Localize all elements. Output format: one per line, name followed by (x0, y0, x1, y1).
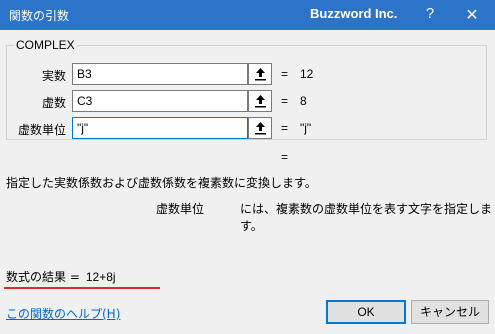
title-bar: 関数の引数 Buzzword Inc. ? ✕ (0, 0, 495, 30)
arg-input-real[interactable]: B3 (72, 63, 248, 85)
function-description: 指定した実数係数および虚数係数を複素数に変換します。 (6, 176, 317, 190)
arg-input-suffix[interactable]: "j" (72, 117, 248, 139)
function-name: COMPLEX (14, 38, 77, 52)
arg-value-real: 12 (300, 67, 314, 81)
collapse-button-imaginary[interactable] (248, 90, 272, 112)
formula-result-value: 12+8j (85, 270, 116, 284)
arg-label-suffix: 虚数単位 (17, 123, 66, 137)
brand-label: Buzzword Inc. (310, 6, 398, 21)
ok-button[interactable]: OK (326, 300, 406, 324)
close-button[interactable]: ✕ (460, 5, 484, 25)
arg-value-imaginary: 8 (300, 94, 307, 108)
function-arguments-dialog: 関数の引数 Buzzword Inc. ? ✕ COMPLEX 実数 B3 = … (0, 0, 495, 334)
help-button[interactable]: ? (420, 5, 440, 25)
collapse-button-suffix[interactable] (248, 117, 272, 139)
collapse-button-real[interactable] (248, 63, 272, 85)
highlight-underline (4, 287, 160, 289)
arg-equals-real: = (281, 67, 289, 81)
arg-value-suffix: "j" (300, 121, 312, 135)
arg-equals-suffix: = (281, 121, 289, 135)
arg-label-real: 実数 (41, 69, 66, 83)
arg-description-name: 虚数単位 (156, 202, 205, 216)
arg-input-imaginary[interactable]: C3 (72, 90, 248, 112)
cancel-button[interactable]: キャンセル (411, 300, 489, 324)
dialog-title: 関数の引数 (9, 9, 70, 23)
formula-result-label: 数式の結果 = (6, 270, 80, 284)
arg-equals-imaginary: = (281, 94, 289, 108)
function-result-equals: = (281, 150, 289, 164)
arg-label-imaginary: 虚数 (41, 96, 66, 110)
function-help-link[interactable]: この関数のヘルプ(H) (6, 305, 120, 322)
formula-result: 数式の結果 = 12+8j (6, 268, 116, 285)
arg-description-text: には、複素数の虚数単位を表す文字を指定します。 (240, 202, 493, 233)
